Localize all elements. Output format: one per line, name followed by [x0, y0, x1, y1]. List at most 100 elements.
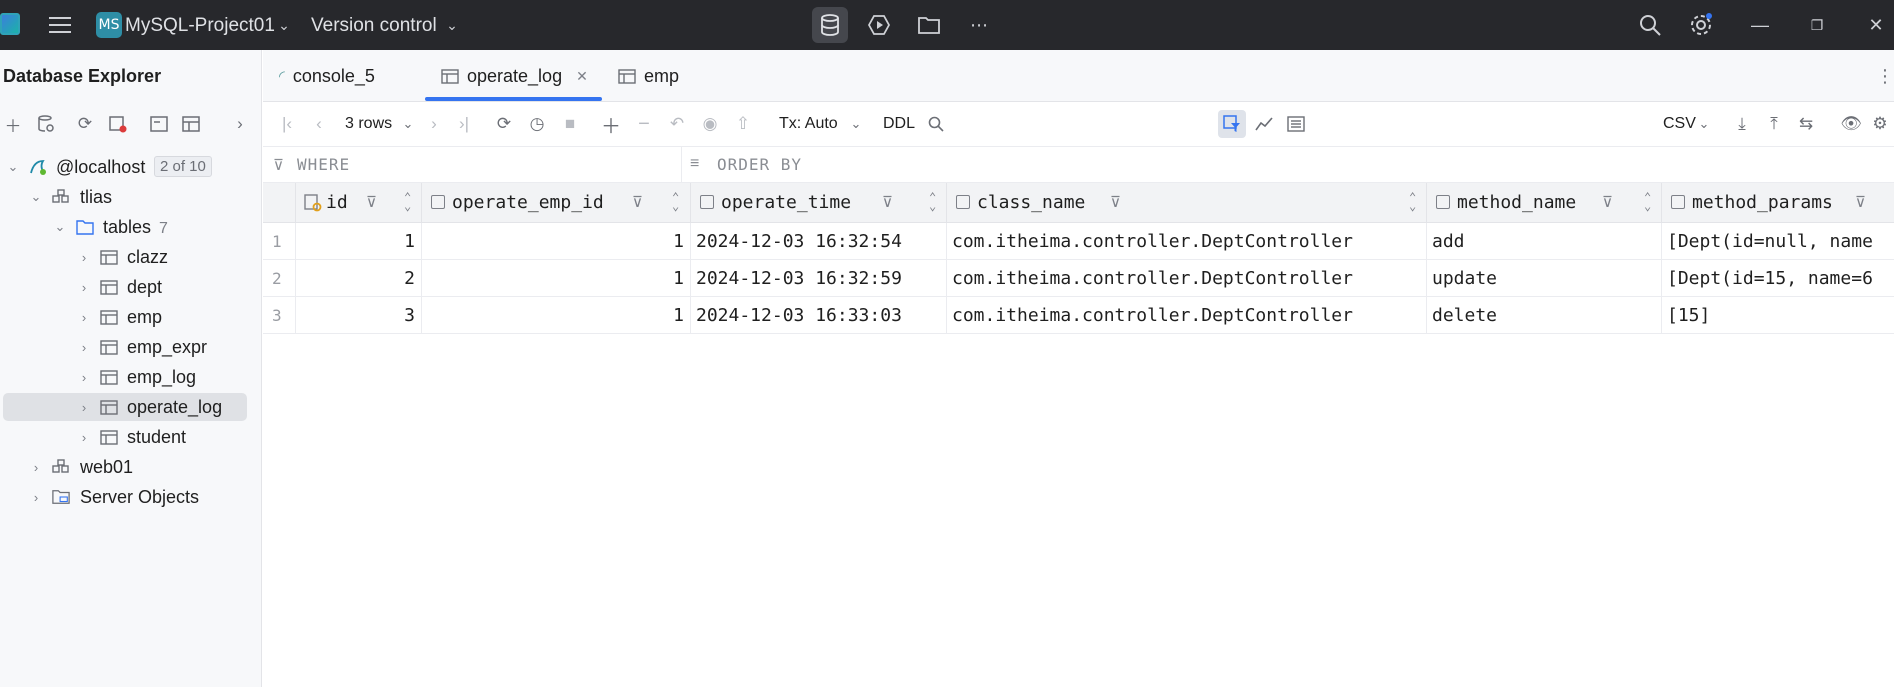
close-window-icon[interactable]: ✕ — [1864, 13, 1888, 37]
next-page-icon[interactable]: › — [423, 113, 445, 135]
tree-node-web01[interactable]: › web01 — [0, 453, 262, 481]
chevron-right-icon[interactable]: › — [77, 310, 91, 325]
cell-method-name[interactable]: update — [1427, 260, 1662, 297]
tab-console-5[interactable]: ◜ console_5 — [279, 50, 375, 102]
cell-class-name[interactable]: com.itheima.controller.DeptController — [947, 223, 1427, 260]
column-header-operate-emp-id[interactable]: operate_emp_id ⊽ ⌃ ⌄ — [422, 183, 691, 223]
chevron-down-icon[interactable]: ⌄ — [29, 189, 43, 204]
vcs-chevron-down-icon[interactable]: ⌄ — [440, 13, 464, 37]
add-icon[interactable]: ＋ — [2, 113, 24, 136]
last-page-icon[interactable]: ›| — [453, 113, 475, 135]
query-console-icon[interactable] — [148, 113, 170, 135]
export-chevron-down-icon[interactable]: ⌄ — [1693, 113, 1715, 135]
chevron-right-icon[interactable]: › — [77, 370, 91, 385]
tree-node-localhost[interactable]: ⌄ @localhost 2 of 10 — [0, 153, 262, 181]
column-filter-icon[interactable]: ⊽ — [366, 193, 377, 211]
rows-chevron-down-icon[interactable]: ⌄ — [397, 113, 419, 135]
download-icon[interactable]: ⤓ — [1731, 113, 1753, 135]
cell-class-name[interactable]: com.itheima.controller.DeptController — [947, 297, 1427, 334]
filter-toggle-icon[interactable] — [1221, 113, 1243, 135]
project-chevron-down-icon[interactable]: ⌄ — [272, 13, 296, 37]
sort-icon[interactable]: ⌃ ⌄ — [1409, 191, 1416, 212]
column-filter-icon[interactable]: ⊽ — [882, 193, 893, 211]
cell-method-params[interactable]: [Dept(id=15, name=6 — [1662, 260, 1894, 297]
column-header-id[interactable]: id ⊽ ⌃ ⌄ — [296, 183, 422, 223]
sort-icon[interactable]: ⌃ ⌄ — [929, 191, 936, 212]
tab-operate-log[interactable]: operate_log ✕ — [441, 50, 588, 102]
first-page-icon[interactable]: |‹ — [276, 113, 298, 135]
view-eye-icon[interactable]: 👁 — [1840, 113, 1862, 135]
preview-changes-icon[interactable]: ◉ — [699, 113, 721, 135]
main-menu-icon[interactable] — [48, 13, 72, 37]
cell-method-params[interactable]: [Dept(id=null, name — [1662, 223, 1894, 260]
where-filter-input[interactable]: WHERE — [297, 155, 350, 174]
stop-icon[interactable]: ■ — [559, 113, 581, 135]
column-header-method-params[interactable]: method_params ⊽ — [1662, 183, 1894, 223]
chevron-right-icon[interactable]: › — [77, 430, 91, 445]
tree-node-table-operate-log[interactable]: › operate_log — [3, 393, 247, 421]
column-header-class-name[interactable]: class_name ⊽ ⌃ ⌄ — [947, 183, 1427, 223]
cell-id[interactable]: 2 — [296, 260, 422, 297]
record-view-icon[interactable] — [1285, 113, 1307, 135]
tree-node-table-emp[interactable]: › emp — [0, 303, 262, 331]
chevron-right-icon[interactable]: › — [29, 460, 43, 475]
cell-class-name[interactable]: com.itheima.controller.DeptController — [947, 260, 1427, 297]
grid-settings-gear-icon[interactable]: ⚙ — [1869, 113, 1891, 135]
cell-operate-emp-id[interactable]: 1 — [422, 260, 691, 297]
compare-icon[interactable]: ⇆ — [1795, 113, 1817, 135]
column-filter-icon[interactable]: ⊽ — [1110, 193, 1121, 211]
tree-node-table-clazz[interactable]: › clazz — [0, 243, 262, 271]
cell-id[interactable]: 1 — [296, 223, 422, 260]
tree-node-tables[interactable]: ⌄ tables 7 — [0, 213, 262, 241]
cell-operate-time[interactable]: 2024-12-03 16:33:03 — [691, 297, 947, 334]
cell-id[interactable]: 3 — [296, 297, 422, 334]
cell-method-name[interactable]: add — [1427, 223, 1662, 260]
project-name[interactable]: MySQL-Project01 — [125, 15, 275, 37]
export-format-selector[interactable]: CSV — [1663, 115, 1696, 133]
chevron-right-icon[interactable]: › — [77, 250, 91, 265]
column-filter-icon[interactable]: ⊽ — [632, 193, 643, 211]
cell-operate-time[interactable]: 2024-12-03 16:32:54 — [691, 223, 947, 260]
sort-icon[interactable]: ⌃ ⌄ — [1644, 191, 1651, 212]
tree-node-tlias[interactable]: ⌄ tlias — [0, 183, 262, 211]
restore-window-icon[interactable]: ❐ — [1805, 13, 1829, 37]
cell-operate-time[interactable]: 2024-12-03 16:32:59 — [691, 260, 947, 297]
tx-chevron-down-icon[interactable]: ⌄ — [845, 113, 867, 135]
upload-icon[interactable]: ⤒ — [1763, 113, 1785, 135]
table-view-icon[interactable] — [180, 113, 202, 135]
project-badge[interactable]: MS — [96, 12, 122, 38]
chevron-down-icon[interactable]: ⌄ — [53, 219, 67, 234]
disconnect-icon[interactable] — [107, 113, 129, 135]
chevron-down-icon[interactable]: ⌄ — [6, 159, 20, 174]
history-clock-icon[interactable]: ◷ — [526, 113, 548, 135]
database-icon[interactable] — [818, 13, 842, 37]
tab-emp[interactable]: emp — [618, 50, 679, 102]
chevron-right-icon[interactable]: › — [77, 280, 91, 295]
minimize-window-icon[interactable]: — — [1748, 13, 1772, 37]
previous-page-icon[interactable]: ‹ — [308, 113, 330, 135]
tree-node-table-student[interactable]: › student — [0, 423, 262, 451]
tabs-more-icon[interactable]: ⋮ — [1876, 50, 1894, 102]
more-icon[interactable]: ⋯ — [967, 13, 991, 37]
column-header-method-name[interactable]: method_name ⊽ ⌃ ⌄ — [1427, 183, 1662, 223]
revert-icon[interactable]: ↶ — [666, 113, 688, 135]
tree-node-table-dept[interactable]: › dept — [0, 273, 262, 301]
cell-method-params[interactable]: [15] — [1662, 297, 1894, 334]
chevron-right-icon[interactable]: › — [29, 490, 43, 505]
transaction-mode-selector[interactable]: Tx: Auto — [779, 115, 838, 133]
column-filter-icon[interactable]: ⊽ — [1602, 193, 1613, 211]
folder-icon[interactable] — [917, 13, 941, 37]
chevron-right-icon[interactable]: › — [77, 400, 91, 415]
app-logo-icon[interactable] — [0, 13, 20, 35]
cell-operate-emp-id[interactable]: 1 — [422, 223, 691, 260]
search-icon[interactable] — [925, 113, 947, 135]
settings-gear-icon[interactable] — [1689, 13, 1713, 37]
search-icon[interactable] — [1638, 13, 1662, 37]
tree-node-server-objects[interactable]: › Server Objects — [0, 483, 262, 511]
tree-node-table-emp-expr[interactable]: › emp_expr — [0, 333, 262, 361]
chart-icon[interactable] — [1253, 113, 1275, 135]
expand-toolbar-chevron-icon[interactable]: › — [229, 113, 251, 135]
data-source-properties-icon[interactable] — [35, 113, 57, 135]
ddl-button[interactable]: DDL — [883, 115, 915, 133]
sort-icon[interactable]: ⌃ ⌄ — [404, 191, 411, 212]
